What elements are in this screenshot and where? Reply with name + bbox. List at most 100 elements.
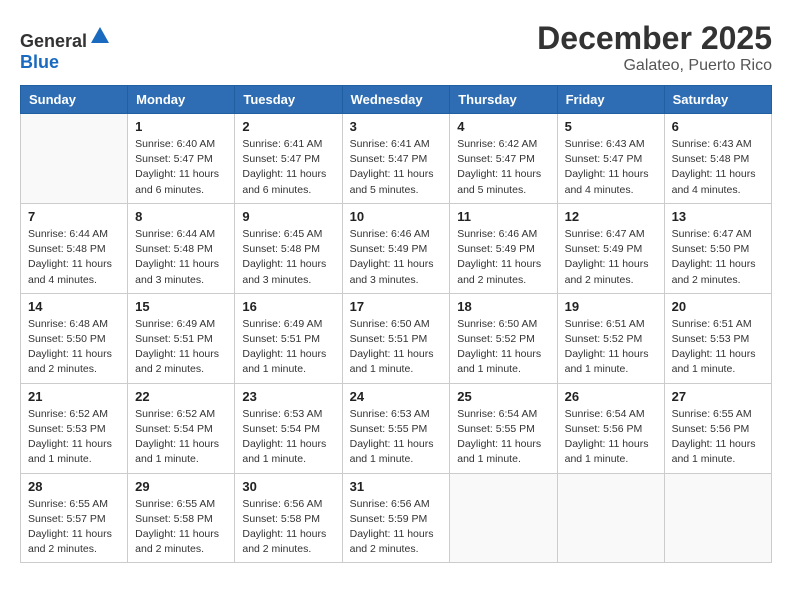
weekday-header-tuesday: Tuesday: [235, 86, 342, 114]
day-info: Sunrise: 6:46 AMSunset: 5:49 PMDaylight:…: [350, 227, 443, 288]
calendar-day-cell: [664, 473, 771, 563]
day-info: Sunrise: 6:54 AMSunset: 5:56 PMDaylight:…: [565, 407, 657, 468]
calendar-day-cell: 27Sunrise: 6:55 AMSunset: 5:56 PMDayligh…: [664, 383, 771, 473]
day-number: 26: [565, 389, 657, 404]
day-number: 9: [242, 209, 334, 224]
day-number: 10: [350, 209, 443, 224]
calendar-day-cell: 3 Sunrise: 6:41 AMSunset: 5:47 PMDaylight…: [342, 114, 450, 204]
day-info: Sunrise: 6:49 AMSunset: 5:51 PMDaylight:…: [242, 317, 334, 378]
title-block: December 2025 Galateo, Puerto Rico: [537, 20, 772, 75]
calendar-day-cell: 18 Sunrise: 6:50 AMSunset: 5:52 PMDayligh…: [450, 293, 557, 383]
day-number: 31: [350, 479, 443, 494]
day-info: Sunrise: 6:45 AMSunset: 5:48 PMDaylight:…: [242, 227, 334, 288]
day-info: Sunrise: 6:44 AMSunset: 5:48 PMDaylight:…: [28, 227, 120, 288]
weekday-header-wednesday: Wednesday: [342, 86, 450, 114]
location-text: Galateo, Puerto Rico: [537, 57, 772, 75]
day-number: 6: [672, 119, 764, 134]
day-number: 18: [457, 299, 549, 314]
day-number: 16: [242, 299, 334, 314]
day-info: Sunrise: 6:47 AMSunset: 5:49 PMDaylight:…: [565, 227, 657, 288]
weekday-header-sunday: Sunday: [21, 86, 128, 114]
calendar-day-cell: 16 Sunrise: 6:49 AMSunset: 5:51 PMDayligh…: [235, 293, 342, 383]
calendar-day-cell: 9 Sunrise: 6:45 AMSunset: 5:48 PMDaylight…: [235, 203, 342, 293]
weekday-header-thursday: Thursday: [450, 86, 557, 114]
calendar-day-cell: 2Sunrise: 6:41 AMSunset: 5:47 PMDaylight…: [235, 114, 342, 204]
day-info: Sunrise: 6:54 AMSunset: 5:55 PMDaylight:…: [457, 407, 549, 468]
day-info: Sunrise: 6:43 AMSunset: 5:47 PMDaylight:…: [565, 137, 657, 198]
day-info: Sunrise: 6:41 AMSunset: 5:47 PMDaylight:…: [350, 137, 443, 198]
calendar-day-cell: 20Sunrise: 6:51 AMSunset: 5:53 PMDayligh…: [664, 293, 771, 383]
logo-general-text: General: [20, 31, 87, 51]
calendar-day-cell: 23 Sunrise: 6:53 AMSunset: 5:54 PMDayligh…: [235, 383, 342, 473]
day-number: 13: [672, 209, 764, 224]
day-number: 29: [135, 479, 227, 494]
calendar-day-cell: 4Sunrise: 6:42 AMSunset: 5:47 PMDaylight…: [450, 114, 557, 204]
calendar-day-cell: 12 Sunrise: 6:47 AMSunset: 5:49 PMDayligh…: [557, 203, 664, 293]
calendar-day-cell: 25 Sunrise: 6:54 AMSunset: 5:55 PMDayligh…: [450, 383, 557, 473]
day-number: 25: [457, 389, 549, 404]
calendar-day-cell: 28Sunrise: 6:55 AMSunset: 5:57 PMDayligh…: [21, 473, 128, 563]
calendar-week-row: 28Sunrise: 6:55 AMSunset: 5:57 PMDayligh…: [21, 473, 772, 563]
day-info: Sunrise: 6:46 AMSunset: 5:49 PMDaylight:…: [457, 227, 549, 288]
day-number: 30: [242, 479, 334, 494]
calendar-week-row: 21 Sunrise: 6:52 AMSunset: 5:53 PMDayligh…: [21, 383, 772, 473]
day-number: 2: [242, 119, 334, 134]
day-info: Sunrise: 6:49 AMSunset: 5:51 PMDaylight:…: [135, 317, 227, 378]
weekday-header-saturday: Saturday: [664, 86, 771, 114]
day-info: Sunrise: 6:53 AMSunset: 5:55 PMDaylight:…: [350, 407, 443, 468]
day-info: Sunrise: 6:48 AMSunset: 5:50 PMDaylight:…: [28, 317, 120, 378]
day-info: Sunrise: 6:52 AMSunset: 5:53 PMDaylight:…: [28, 407, 120, 468]
weekday-header-row: SundayMondayTuesdayWednesdayThursdayFrid…: [21, 86, 772, 114]
day-info: Sunrise: 6:50 AMSunset: 5:52 PMDaylight:…: [457, 317, 549, 378]
day-number: 28: [28, 479, 120, 494]
day-number: 12: [565, 209, 657, 224]
day-number: 15: [135, 299, 227, 314]
day-info: Sunrise: 6:40 AMSunset: 5:47 PMDaylight:…: [135, 137, 227, 198]
calendar-day-cell: 29 Sunrise: 6:55 AMSunset: 5:58 PMDayligh…: [128, 473, 235, 563]
day-number: 14: [28, 299, 120, 314]
calendar-day-cell: 22 Sunrise: 6:52 AMSunset: 5:54 PMDayligh…: [128, 383, 235, 473]
calendar-week-row: 7 Sunrise: 6:44 AMSunset: 5:48 PMDaylight…: [21, 203, 772, 293]
calendar-day-cell: [450, 473, 557, 563]
day-number: 23: [242, 389, 334, 404]
calendar-day-cell: 8Sunrise: 6:44 AMSunset: 5:48 PMDaylight…: [128, 203, 235, 293]
calendar-day-cell: 1 Sunrise: 6:40 AMSunset: 5:47 PMDaylight…: [128, 114, 235, 204]
day-info: Sunrise: 6:43 AMSunset: 5:48 PMDaylight:…: [672, 137, 764, 198]
calendar-day-cell: 24 Sunrise: 6:53 AMSunset: 5:55 PMDayligh…: [342, 383, 450, 473]
day-info: Sunrise: 6:55 AMSunset: 5:58 PMDaylight:…: [135, 497, 227, 558]
calendar-day-cell: 26 Sunrise: 6:54 AMSunset: 5:56 PMDayligh…: [557, 383, 664, 473]
day-number: 24: [350, 389, 443, 404]
day-number: 5: [565, 119, 657, 134]
day-number: 11: [457, 209, 549, 224]
calendar-day-cell: [557, 473, 664, 563]
logo: General Blue: [20, 25, 111, 73]
calendar-day-cell: 21 Sunrise: 6:52 AMSunset: 5:53 PMDayligh…: [21, 383, 128, 473]
day-info: Sunrise: 6:53 AMSunset: 5:54 PMDaylight:…: [242, 407, 334, 468]
day-number: 22: [135, 389, 227, 404]
calendar-day-cell: 10 Sunrise: 6:46 AMSunset: 5:49 PMDayligh…: [342, 203, 450, 293]
calendar-day-cell: 17Sunrise: 6:50 AMSunset: 5:51 PMDayligh…: [342, 293, 450, 383]
day-number: 27: [672, 389, 764, 404]
calendar-day-cell: 31 Sunrise: 6:56 AMSunset: 5:59 PMDayligh…: [342, 473, 450, 563]
day-number: 1: [135, 119, 227, 134]
day-info: Sunrise: 6:56 AMSunset: 5:59 PMDaylight:…: [350, 497, 443, 558]
calendar-day-cell: 11 Sunrise: 6:46 AMSunset: 5:49 PMDayligh…: [450, 203, 557, 293]
logo-blue-text: Blue: [20, 52, 59, 72]
day-number: 21: [28, 389, 120, 404]
calendar-week-row: 14 Sunrise: 6:48 AMSunset: 5:50 PMDayligh…: [21, 293, 772, 383]
day-info: Sunrise: 6:52 AMSunset: 5:54 PMDaylight:…: [135, 407, 227, 468]
day-number: 19: [565, 299, 657, 314]
calendar-day-cell: 30 Sunrise: 6:56 AMSunset: 5:58 PMDayligh…: [235, 473, 342, 563]
calendar-day-cell: 7 Sunrise: 6:44 AMSunset: 5:48 PMDaylight…: [21, 203, 128, 293]
day-info: Sunrise: 6:56 AMSunset: 5:58 PMDaylight:…: [242, 497, 334, 558]
day-info: Sunrise: 6:51 AMSunset: 5:52 PMDaylight:…: [565, 317, 657, 378]
day-number: 3: [350, 119, 443, 134]
month-title: December 2025: [537, 20, 772, 57]
day-number: 17: [350, 299, 443, 314]
day-info: Sunrise: 6:42 AMSunset: 5:47 PMDaylight:…: [457, 137, 549, 198]
day-number: 7: [28, 209, 120, 224]
day-number: 8: [135, 209, 227, 224]
day-info: Sunrise: 6:47 AMSunset: 5:50 PMDaylight:…: [672, 227, 764, 288]
calendar-day-cell: [21, 114, 128, 204]
calendar-day-cell: 13 Sunrise: 6:47 AMSunset: 5:50 PMDayligh…: [664, 203, 771, 293]
